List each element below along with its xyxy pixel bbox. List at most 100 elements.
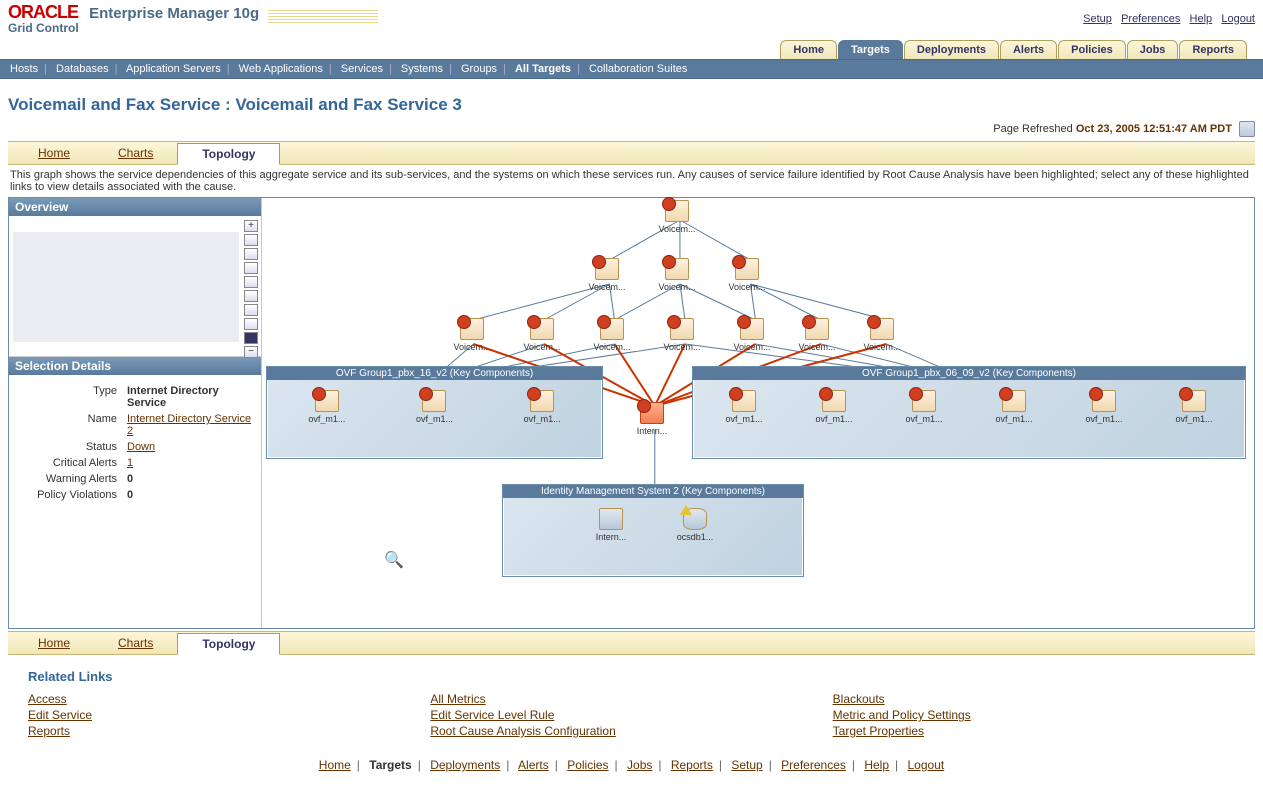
node-voicem-r2c[interactable]: Voicem...: [720, 258, 774, 292]
zoom-in[interactable]: +: [244, 220, 258, 232]
zoom-step-4[interactable]: [244, 276, 258, 288]
node-ovf-2e[interactable]: ovf_m1...: [1077, 390, 1131, 424]
zoom-step-1[interactable]: [244, 234, 258, 246]
link-logout[interactable]: Logout: [1221, 13, 1255, 25]
ovf-icon: [422, 390, 446, 412]
tab-alerts[interactable]: Alerts: [1000, 40, 1057, 59]
sel-name-value[interactable]: Internet Directory Service 2: [127, 413, 251, 437]
fnav-targets[interactable]: Targets: [369, 758, 411, 772]
zoom-step-6[interactable]: [244, 304, 258, 316]
link-setup[interactable]: Setup: [1083, 13, 1112, 25]
fnav-policies[interactable]: Policies: [567, 758, 608, 772]
service-icon: [640, 402, 664, 424]
sel-crit-value[interactable]: 1: [127, 457, 133, 469]
viewtab-charts[interactable]: Charts: [94, 143, 177, 164]
node-ovf-2a[interactable]: ovf_m1...: [717, 390, 771, 424]
node-voicem-r3b[interactable]: Voicem...: [515, 318, 569, 352]
overview-canvas[interactable]: + −: [9, 216, 261, 357]
rel-access[interactable]: Access: [28, 692, 430, 706]
sub-hosts[interactable]: Hosts: [10, 63, 38, 75]
node-voicem-r3a[interactable]: Voicem...: [445, 318, 499, 352]
fnav-setup[interactable]: Setup: [731, 758, 762, 772]
view-tabs-bar: Home Charts Topology: [8, 141, 1255, 165]
viewtab-topology[interactable]: Topology: [177, 143, 280, 165]
node-voicem-r3d[interactable]: Voicem...: [655, 318, 709, 352]
node-intern-center[interactable]: Intern...: [625, 402, 679, 436]
fnav-deployments[interactable]: Deployments: [430, 758, 500, 772]
viewtab-charts-bottom[interactable]: Charts: [94, 633, 177, 654]
node-voicem-r2a[interactable]: Voicem...: [580, 258, 634, 292]
logo-em: Enterprise Manager 10g: [89, 5, 259, 22]
refresh-icon[interactable]: [1239, 121, 1255, 137]
node-voicem-r3c[interactable]: Voicem...: [585, 318, 639, 352]
fnav-reports[interactable]: Reports: [671, 758, 713, 772]
group-ovf-1[interactable]: OVF Group1_pbx_16_v2 (Key Components) ov…: [266, 366, 603, 459]
tab-reports[interactable]: Reports: [1179, 40, 1247, 59]
rel-metric-policy[interactable]: Metric and Policy Settings: [833, 708, 1235, 722]
rel-rca-config[interactable]: Root Cause Analysis Configuration: [430, 724, 832, 738]
sub-services[interactable]: Services: [341, 63, 383, 75]
node-ovf-2f[interactable]: ovf_m1...: [1167, 390, 1221, 424]
page-title: Voicemail and Fax Service : Voicemail an…: [8, 95, 1255, 115]
tab-targets[interactable]: Targets: [838, 40, 903, 59]
fnav-home[interactable]: Home: [319, 758, 351, 772]
tab-policies[interactable]: Policies: [1058, 40, 1126, 59]
selection-header: Selection Details: [9, 357, 261, 375]
link-help[interactable]: Help: [1190, 13, 1213, 25]
tab-home[interactable]: Home: [780, 40, 837, 59]
fnav-preferences[interactable]: Preferences: [781, 758, 846, 772]
topology-panel: Overview + − Selection Details: [8, 197, 1255, 629]
tab-deployments[interactable]: Deployments: [904, 40, 999, 59]
tab-jobs[interactable]: Jobs: [1127, 40, 1179, 59]
rel-target-props[interactable]: Target Properties: [833, 724, 1235, 738]
node-im-ocsdb[interactable]: ocsdb1...: [668, 508, 722, 542]
zoom-current[interactable]: [244, 332, 258, 344]
node-ovf-1a[interactable]: ovf_m1...: [300, 390, 354, 424]
ovf-icon: [912, 390, 936, 412]
node-voicem-r3e[interactable]: Voicem...: [725, 318, 779, 352]
node-ovf-2d[interactable]: ovf_m1...: [987, 390, 1041, 424]
sub-systems[interactable]: Systems: [401, 63, 443, 75]
rel-edit-service[interactable]: Edit Service: [28, 708, 430, 722]
sub-webapps[interactable]: Web Applications: [239, 63, 323, 75]
zoom-step-5[interactable]: [244, 290, 258, 302]
viewtab-topology-bottom[interactable]: Topology: [177, 633, 280, 655]
link-preferences[interactable]: Preferences: [1121, 13, 1180, 25]
node-voicem-r2b[interactable]: Voicem...: [650, 258, 704, 292]
sub-databases[interactable]: Databases: [56, 63, 109, 75]
viewtab-home-bottom[interactable]: Home: [14, 633, 94, 654]
node-voicem-r3f[interactable]: Voicem...: [790, 318, 844, 352]
node-ovf-2c[interactable]: ovf_m1...: [897, 390, 951, 424]
sel-status-value[interactable]: Down: [127, 441, 155, 453]
overview-minimap[interactable]: [13, 232, 239, 342]
zoom-out[interactable]: −: [244, 346, 258, 358]
sel-warn-label: Warning Alerts: [17, 473, 117, 485]
group-ovf-2[interactable]: OVF Group1_pbx_06_09_v2 (Key Components)…: [692, 366, 1246, 459]
zoom-step-7[interactable]: [244, 318, 258, 330]
rel-all-metrics[interactable]: All Metrics: [430, 692, 832, 706]
refresh-timestamp: Oct 23, 2005 12:51:47 AM PDT: [1076, 123, 1232, 135]
fnav-alerts[interactable]: Alerts: [518, 758, 549, 772]
sub-appservers[interactable]: Application Servers: [126, 63, 221, 75]
rel-edit-slr[interactable]: Edit Service Level Rule: [430, 708, 832, 722]
topology-canvas[interactable]: Voicem... Voicem... Voicem... Voicem... …: [262, 198, 1254, 628]
fnav-help[interactable]: Help: [864, 758, 889, 772]
zoom-step-2[interactable]: [244, 248, 258, 260]
node-voicem-r3g[interactable]: Voicem...: [855, 318, 909, 352]
sub-groups[interactable]: Groups: [461, 63, 497, 75]
rel-reports[interactable]: Reports: [28, 724, 430, 738]
fnav-jobs[interactable]: Jobs: [627, 758, 652, 772]
rel-blackouts[interactable]: Blackouts: [833, 692, 1235, 706]
viewtab-home[interactable]: Home: [14, 143, 94, 164]
zoom-step-3[interactable]: [244, 262, 258, 274]
node-ovf-1c[interactable]: ovf_m1...: [515, 390, 569, 424]
service-icon: [665, 200, 689, 222]
group-identity-mgmt[interactable]: Identity Management System 2 (Key Compon…: [502, 484, 804, 577]
sub-collab[interactable]: Collaboration Suites: [589, 63, 687, 75]
node-im-intern[interactable]: Intern...: [584, 508, 638, 542]
node-voicem-root[interactable]: Voicem...: [650, 200, 704, 234]
node-ovf-1b[interactable]: ovf_m1...: [407, 390, 461, 424]
fnav-logout[interactable]: Logout: [908, 758, 945, 772]
sub-alltargets[interactable]: All Targets: [515, 63, 571, 75]
node-ovf-2b[interactable]: ovf_m1...: [807, 390, 861, 424]
